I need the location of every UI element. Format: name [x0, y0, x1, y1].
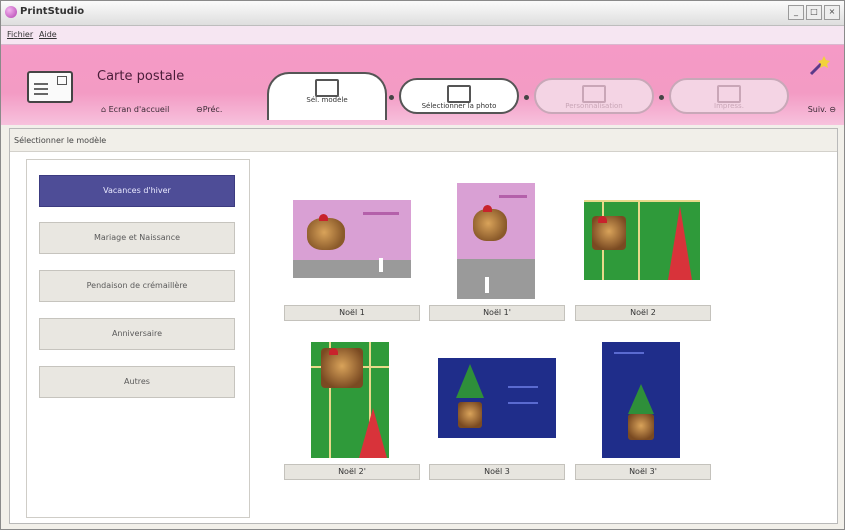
wizard-header: Carte postale ⌂ Ecran d'accueil ⊖Préc. S…: [1, 45, 844, 125]
step-label: Sélectionner la photo: [421, 102, 497, 110]
photo-icon: [447, 85, 471, 103]
maximize-button[interactable]: □: [806, 5, 822, 20]
back-arrow-icon: ⊖: [196, 105, 203, 114]
step-connector-icon: [389, 95, 394, 100]
next-label: Suiv.: [807, 105, 827, 114]
title-bar: PrintStudio _ □ ×: [1, 1, 844, 26]
next-arrow-icon: ⊖: [829, 105, 836, 114]
app-logo-icon: [5, 6, 17, 18]
category-other[interactable]: Autres: [39, 366, 235, 398]
next-button[interactable]: Suiv. ⊖: [808, 105, 836, 114]
step-customize: Personnalisation: [534, 78, 654, 114]
home-icon: ⌂: [101, 105, 109, 114]
category-wedding-birth[interactable]: Mariage et Naissance: [39, 222, 235, 254]
template-thumbnail-noel-2[interactable]: [584, 200, 700, 280]
template-label[interactable]: Noël 2': [284, 464, 420, 480]
content-header: Sélectionner le modèle: [10, 129, 837, 152]
customize-icon: [582, 85, 606, 103]
template-label[interactable]: Noël 3: [429, 464, 565, 480]
previous-label: Préc.: [202, 105, 223, 114]
section-title: Sélectionner le modèle: [14, 136, 107, 145]
step-select-template[interactable]: Sél. modèle: [267, 72, 387, 120]
home-button[interactable]: ⌂ Ecran d'accueil: [101, 105, 169, 114]
template-thumbnail-noel-2-alt[interactable]: [311, 342, 389, 458]
step-connector-icon: [524, 95, 529, 100]
window-controls: _ □ ×: [788, 5, 840, 20]
previous-button[interactable]: ⊖Préc.: [196, 105, 222, 114]
minimize-button[interactable]: _: [788, 5, 804, 20]
template-label[interactable]: Noël 1': [429, 305, 565, 321]
template-thumbnail-noel-3-alt[interactable]: [602, 342, 680, 458]
close-button[interactable]: ×: [824, 5, 840, 20]
step-print: Impress.: [669, 78, 789, 114]
template-label[interactable]: Noël 2: [575, 305, 711, 321]
menu-file[interactable]: Fichier: [7, 30, 33, 39]
step-label: Personnalisation: [565, 102, 623, 110]
postcard-icon: [27, 71, 73, 103]
menu-bar: Fichier Aide: [1, 26, 844, 45]
template-label[interactable]: Noël 1: [284, 305, 420, 321]
template-thumbnail-noel-1[interactable]: [293, 200, 411, 278]
step-select-photo[interactable]: Sélectionner la photo: [399, 78, 519, 114]
template-label[interactable]: Noël 3': [575, 464, 711, 480]
menu-help[interactable]: Aide: [39, 30, 57, 39]
step-label: Sél. modèle: [306, 96, 348, 104]
template-thumbnail-noel-1-alt[interactable]: [457, 183, 535, 299]
app-window: PrintStudio _ □ × Fichier Aide Carte pos…: [0, 0, 845, 530]
category-birthday[interactable]: Anniversaire: [39, 318, 235, 350]
page-title: Carte postale: [97, 69, 185, 84]
template-icon: [315, 79, 339, 97]
step-label: Impress.: [714, 102, 744, 110]
template-thumbnail-noel-3[interactable]: [438, 358, 556, 438]
home-label: Ecran d'accueil: [108, 105, 170, 114]
category-list: Vacances d'hiver Mariage et Naissance Pe…: [26, 159, 250, 518]
printer-icon: [717, 85, 741, 103]
category-winter-holidays[interactable]: Vacances d'hiver: [39, 175, 235, 207]
magic-wand-icon: [809, 56, 830, 76]
window-title: PrintStudio: [20, 6, 85, 17]
step-connector-icon: [659, 95, 664, 100]
category-housewarming[interactable]: Pendaison de crémaillère: [39, 270, 235, 302]
content-panel: Sélectionner le modèle Vacances d'hiver …: [9, 128, 838, 524]
